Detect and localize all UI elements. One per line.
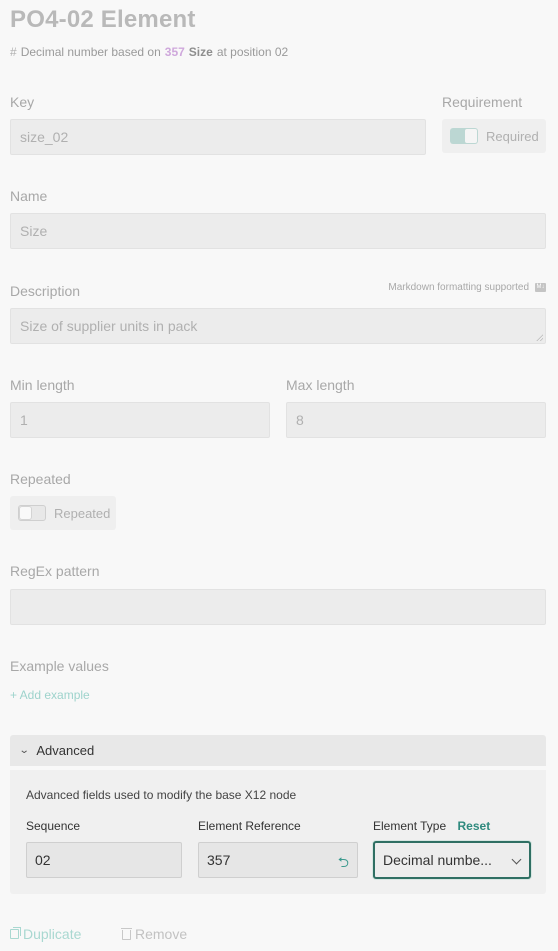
element-reference-value: 357 xyxy=(207,852,231,868)
resize-grip-icon[interactable] xyxy=(536,334,543,341)
required-toggle[interactable]: Required xyxy=(442,119,546,153)
description-label: Description xyxy=(10,283,81,299)
sequence-input[interactable]: 02 xyxy=(26,842,182,878)
reset-button[interactable]: Reset xyxy=(458,819,491,833)
element-subtitle: # Decimal number based on 357 Size at po… xyxy=(10,45,288,59)
name-label: Name xyxy=(10,188,48,204)
element-type-label: Element Type xyxy=(373,819,447,833)
repeated-label: Repeated xyxy=(10,471,71,487)
required-toggle-label: Required xyxy=(486,128,539,144)
advanced-description: Advanced fields used to modify the base … xyxy=(26,788,297,802)
remove-button[interactable]: Remove xyxy=(121,926,188,942)
subtitle-suffix: at position 02 xyxy=(216,45,289,59)
subtitle-reference[interactable]: 357 xyxy=(165,45,185,59)
hash-icon: # xyxy=(10,45,17,59)
subtitle-element-name: Size xyxy=(188,45,213,59)
repeated-toggle[interactable]: Repeated xyxy=(10,496,116,530)
requirement-label: Requirement xyxy=(442,94,523,110)
repeated-toggle-label: Repeated xyxy=(54,505,111,521)
undo-icon[interactable]: ⮌ xyxy=(338,852,349,876)
regex-label: RegEx pattern xyxy=(10,563,100,579)
toggle-switch-on[interactable] xyxy=(450,128,478,144)
markdown-note: Markdown formatting supported M↓ xyxy=(388,282,546,293)
subtitle-prefix: Decimal number based on xyxy=(20,45,161,59)
advanced-section-header[interactable]: ⌄ Advanced xyxy=(10,735,546,766)
name-input[interactable]: Size xyxy=(10,213,546,249)
min-length-input[interactable]: 1 xyxy=(10,402,270,438)
key-label: Key xyxy=(10,94,35,110)
remove-label: Remove xyxy=(135,926,188,942)
element-reference-label: Element Reference xyxy=(198,819,301,833)
chevron-down-icon xyxy=(511,854,522,865)
max-length-input[interactable]: 8 xyxy=(286,402,546,438)
trash-icon xyxy=(121,928,132,940)
element-type-label-row: Element Type Reset xyxy=(373,819,490,833)
chevron-down-icon: ⌄ xyxy=(18,745,30,756)
duplicate-label: Duplicate xyxy=(23,926,82,942)
toggle-switch-off[interactable] xyxy=(18,505,46,521)
markdown-icon: M↓ xyxy=(535,283,546,292)
element-type-select[interactable]: Decimal numbe... xyxy=(373,841,531,879)
element-type-value: Decimal numbe... xyxy=(383,852,492,868)
duplicate-button[interactable]: Duplicate xyxy=(10,926,81,942)
sequence-label: Sequence xyxy=(26,819,81,833)
min-length-label: Min length xyxy=(10,377,75,393)
example-values-label: Example values xyxy=(10,658,109,674)
advanced-header-label: Advanced xyxy=(36,743,95,758)
regex-input[interactable] xyxy=(10,589,546,625)
add-example-link[interactable]: + Add example xyxy=(10,688,90,702)
key-input[interactable]: size_02 xyxy=(10,119,426,155)
element-reference-input[interactable]: 357 ⮌ xyxy=(198,842,358,878)
max-length-label: Max length xyxy=(286,377,355,393)
description-text: Size of supplier units in pack xyxy=(20,318,198,334)
markdown-note-text: Markdown formatting supported xyxy=(388,282,529,293)
page-title: PO4-02 Element xyxy=(10,6,196,33)
copy-icon xyxy=(10,927,21,939)
description-textarea[interactable]: Size of supplier units in pack xyxy=(10,308,546,344)
